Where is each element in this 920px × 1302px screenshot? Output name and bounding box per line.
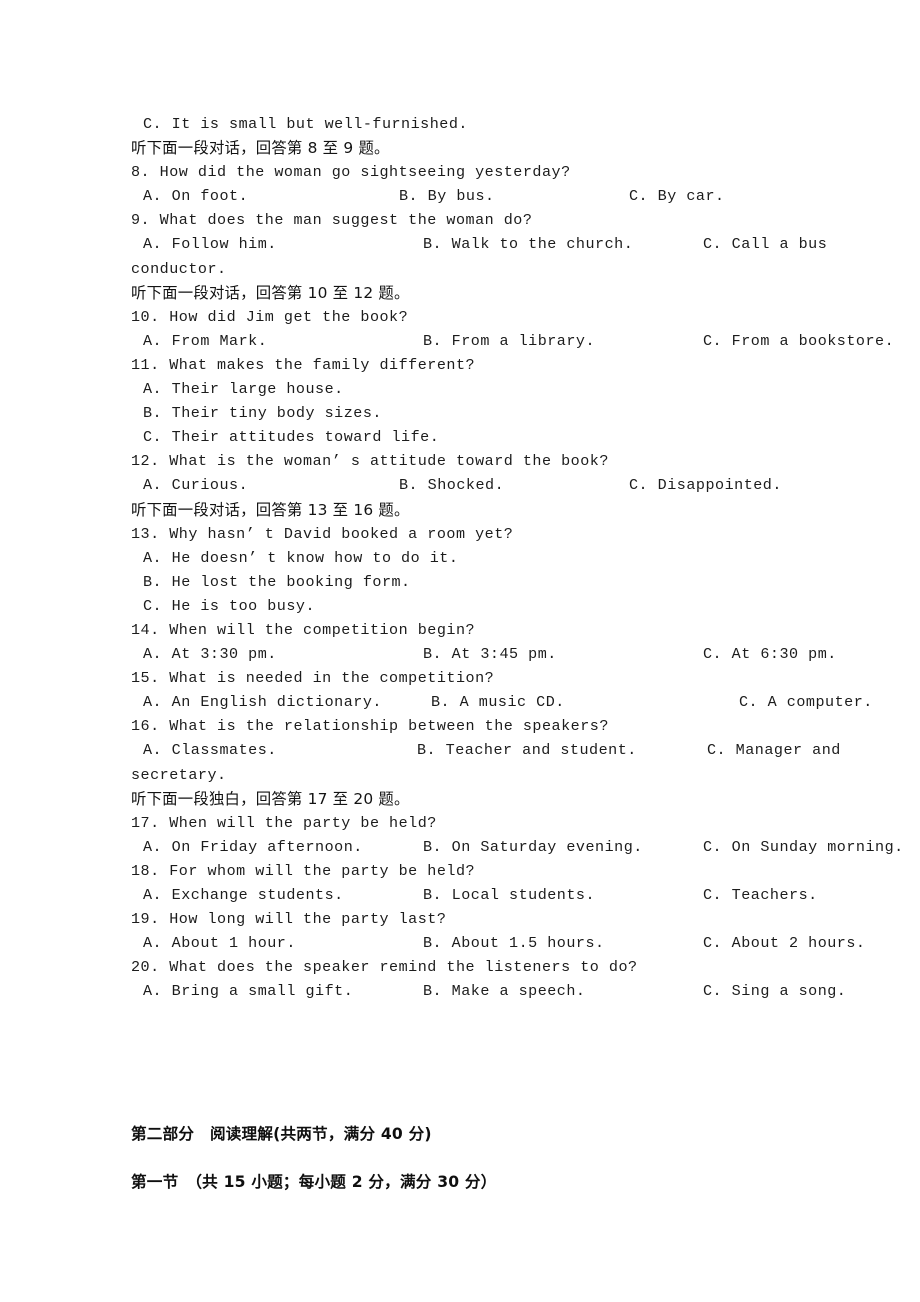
option-row-16: A. Classmates. B. Teacher and student. C… — [131, 738, 840, 762]
option-13-a[interactable]: A. He doesn’ t know how to do it. — [131, 546, 793, 570]
option-16-c-continuation: secretary. — [131, 765, 227, 784]
option-10-b[interactable]: B. From a library. — [423, 329, 595, 353]
question-stem-18: 18. For whom will the party be held? — [131, 861, 476, 880]
question-stem-14: 14. When will the competition begin? — [131, 620, 476, 639]
reading-subsection-heading: 第一节 （共 15 小题；每小题 2 分，满分 30 分） — [131, 1173, 497, 1191]
option-18-c[interactable]: C. Teachers. — [703, 883, 818, 907]
option-16-a[interactable]: A. Classmates. — [143, 738, 277, 762]
option-8-c[interactable]: C. By car. — [629, 184, 725, 208]
option-15-b[interactable]: B. A music CD. — [431, 690, 565, 714]
option-19-b[interactable]: B. About 1.5 hours. — [423, 931, 605, 955]
option-14-c[interactable]: C. At 6:30 pm. — [703, 642, 837, 666]
question-stem-11: 11. What makes the family different? — [131, 355, 476, 374]
question-body-column: C. It is small but well-furnished. 听下面一段… — [131, 112, 903, 1003]
option-8-b[interactable]: B. By bus. — [399, 184, 495, 208]
option-15-a[interactable]: A. An English dictionary. — [143, 690, 382, 714]
option-19-a[interactable]: A. About 1 hour. — [143, 931, 296, 955]
question-stem-9: 9. What does the man suggest the woman d… — [131, 211, 533, 230]
listening-instruction-17-20: 听下面一段独白，回答第 17 至 20 题。 — [131, 789, 410, 808]
option-12-a[interactable]: A. Curious. — [143, 473, 248, 497]
option-18-b[interactable]: B. Local students. — [423, 883, 595, 907]
option-9-b[interactable]: B. Walk to the church. — [423, 232, 633, 256]
option-20-c[interactable]: C. Sing a song. — [703, 979, 846, 1003]
option-row-15: A. An English dictionary. B. A music CD.… — [131, 690, 872, 714]
option-18-a[interactable]: A. Exchange students. — [143, 883, 344, 907]
option-11-b[interactable]: B. Their tiny body sizes. — [131, 401, 793, 425]
reading-part-heading: 第二部分 阅读理解(共两节，满分 40 分) — [131, 1125, 432, 1143]
option-row-20: A. Bring a small gift. B. Make a speech.… — [131, 979, 846, 1003]
option-row-14: A. At 3:30 pm. B. At 3:45 pm. C. At 6:30… — [131, 642, 836, 666]
option-row-17: A. On Friday afternoon. B. On Saturday e… — [131, 835, 903, 859]
option-14-a[interactable]: A. At 3:30 pm. — [143, 642, 277, 666]
option-15-c[interactable]: C. A computer. — [739, 690, 873, 714]
option-16-b[interactable]: B. Teacher and student. — [417, 738, 637, 762]
question-stem-10: 10. How did Jim get the book? — [131, 307, 409, 326]
question-stem-16: 16. What is the relationship between the… — [131, 717, 609, 736]
option-row-10: A. From Mark. B. From a library. C. From… — [131, 329, 894, 353]
option-16-c[interactable]: C. Manager and — [707, 738, 841, 762]
option-9-c-continuation: conductor. — [131, 259, 227, 278]
option-11-c[interactable]: C. Their attitudes toward life. — [131, 425, 793, 449]
question-stem-19: 19. How long will the party last? — [131, 910, 447, 929]
question-stem-8: 8. How did the woman go sightseeing yest… — [131, 163, 571, 182]
option-10-a[interactable]: A. From Mark. — [143, 329, 267, 353]
option-12-c[interactable]: C. Disappointed. — [629, 473, 782, 497]
option-10-c[interactable]: C. From a bookstore. — [703, 329, 894, 353]
option-20-b[interactable]: B. Make a speech. — [423, 979, 585, 1003]
listening-instruction-13-16: 听下面一段对话，回答第 13 至 16 题。 — [131, 500, 410, 519]
option-row-18: A. Exchange students. B. Local students.… — [131, 883, 817, 907]
option-17-c[interactable]: C. On Sunday morning. — [703, 835, 904, 859]
option-17-b[interactable]: B. On Saturday evening. — [423, 835, 643, 859]
listening-instruction-8-9: 听下面一段对话，回答第 8 至 9 题。 — [131, 139, 390, 158]
option-row-9: A. Follow him. B. Walk to the church. C.… — [131, 232, 827, 256]
question-stem-20: 20. What does the speaker remind the lis… — [131, 958, 638, 977]
option-11-a[interactable]: A. Their large house. — [131, 377, 793, 401]
option-20-a[interactable]: A. Bring a small gift. — [143, 979, 353, 1003]
question-stem-12: 12. What is the woman’ s attitude toward… — [131, 452, 609, 471]
reading-section-headings: 第二部分 阅读理解(共两节，满分 40 分) 第一节 （共 15 小题；每小题 … — [131, 1122, 811, 1218]
question-stem-13: 13. Why hasn’ t David booked a room yet? — [131, 524, 514, 543]
exam-paper-page: C. It is small but well-furnished. 听下面一段… — [0, 0, 920, 1302]
option-13-b[interactable]: B. He lost the booking form. — [131, 570, 793, 594]
option-19-c[interactable]: C. About 2 hours. — [703, 931, 865, 955]
option-row-8: A. On foot. B. By bus. C. By car. — [131, 184, 793, 208]
option-9-a[interactable]: A. Follow him. — [143, 232, 277, 256]
listening-instruction-10-12: 听下面一段对话，回答第 10 至 12 题。 — [131, 283, 410, 302]
option-row-12: A. Curious. B. Shocked. C. Disappointed. — [131, 473, 793, 497]
option-14-b[interactable]: B. At 3:45 pm. — [423, 642, 557, 666]
option-9-c[interactable]: C. Call a bus — [703, 232, 827, 256]
option-17-a[interactable]: A. On Friday afternoon. — [143, 835, 363, 859]
question-stem-15: 15. What is needed in the competition? — [131, 669, 495, 688]
option-row-19: A. About 1 hour. B. About 1.5 hours. C. … — [131, 931, 865, 955]
option-12-b[interactable]: B. Shocked. — [399, 473, 504, 497]
question-stem-17: 17. When will the party be held? — [131, 813, 437, 832]
carryover-option-line: C. It is small but well-furnished. — [143, 115, 468, 133]
option-8-a[interactable]: A. On foot. — [143, 184, 248, 208]
option-13-c[interactable]: C. He is too busy. — [131, 594, 793, 618]
